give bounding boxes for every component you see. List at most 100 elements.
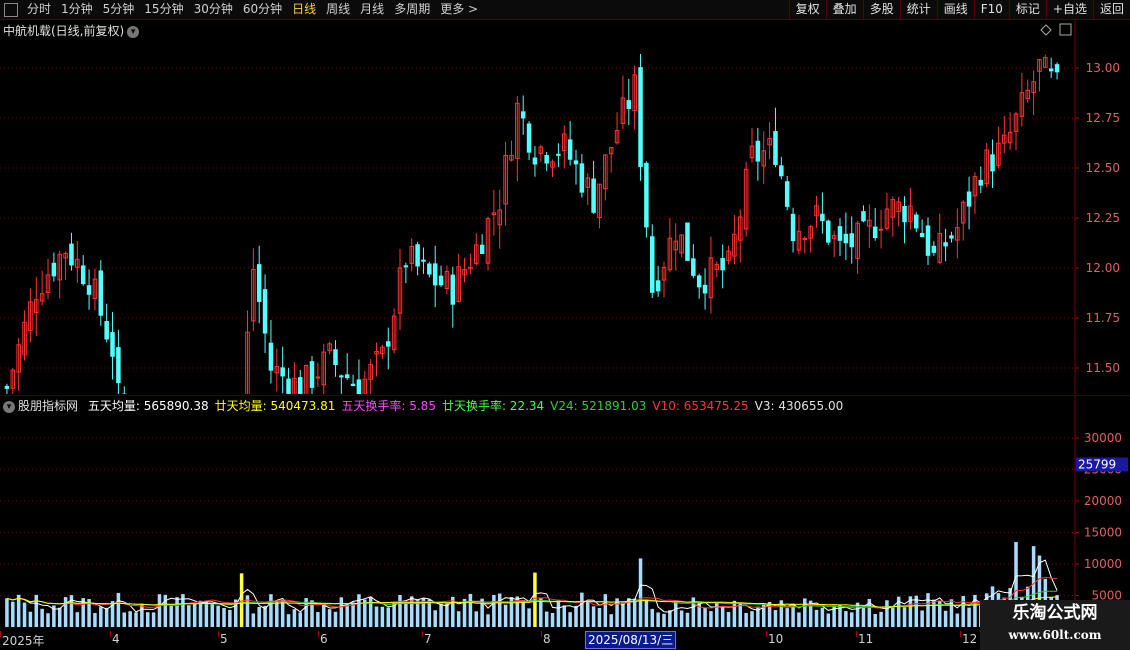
candle-body[interactable] [773,131,778,165]
candle-body[interactable] [779,165,784,177]
candle-body[interactable] [644,162,649,228]
candle-body[interactable] [925,225,931,256]
tab-period-1[interactable]: 1分钟 [56,0,98,19]
chevron-down-icon[interactable]: ▾ [3,400,15,413]
candle-body[interactable] [638,67,643,168]
candle-body[interactable] [820,213,825,222]
layout-icon[interactable] [1059,23,1072,36]
candle-body[interactable] [104,321,109,340]
chevron-down-icon[interactable]: ▾ [127,25,140,38]
candle-body[interactable] [479,244,485,254]
candle-body[interactable] [280,367,285,377]
toolbar-button-1[interactable]: 叠加 [825,0,863,19]
candle-body[interactable] [1054,64,1060,73]
diamond-icon[interactable] [1040,24,1052,36]
candle-body[interactable] [262,289,268,334]
tab-period-3[interactable]: 15分钟 [139,0,188,19]
candle-body[interactable] [80,265,86,285]
tab-period-6[interactable]: 日线 [287,0,321,19]
candle-body[interactable] [702,284,708,294]
candle-body[interactable] [1048,68,1054,72]
candle-body[interactable] [403,265,409,268]
candle-body[interactable] [655,280,661,292]
candle-body[interactable] [526,123,532,153]
toolbar-button-2[interactable]: 多股 [862,0,900,19]
candle-body[interactable] [843,233,849,244]
candle-body[interactable] [949,235,954,239]
candle-body[interactable] [720,257,725,271]
candle-body[interactable] [931,245,937,253]
candle-body[interactable] [256,264,262,302]
candle-body[interactable] [784,181,790,207]
tab-period-2[interactable]: 5分钟 [98,0,140,19]
candle-body[interactable] [919,232,925,238]
candle-body[interactable] [790,213,796,242]
candle-body[interactable] [691,258,696,276]
candle-body[interactable] [837,226,843,241]
candle-body[interactable] [966,191,972,207]
tab-period-9[interactable]: 多周期 [389,0,435,19]
candle-body[interactable] [532,157,538,165]
candle-body[interactable] [333,349,338,366]
candle-body[interactable] [544,155,549,164]
candle-body[interactable] [432,263,438,286]
candle-body[interactable] [69,243,74,266]
candle-body[interactable] [450,274,456,305]
candle-body[interactable] [685,222,690,261]
candle-body[interactable] [573,160,579,165]
candle-body[interactable] [415,244,420,267]
toolbar-button-7[interactable]: +自选 [1045,0,1093,19]
candle-body[interactable] [309,361,315,388]
candle-body[interactable] [591,178,596,213]
candle-body[interactable] [116,347,121,384]
indicator-name[interactable]: 股朋指标网 [18,399,78,413]
toolbar-button-3[interactable]: 统计 [899,0,937,19]
tab-period-0[interactable]: 分时 [22,0,56,19]
candle-body[interactable] [286,378,291,394]
candle-body[interactable] [315,376,321,379]
candle-body[interactable] [579,163,585,193]
tab-period-8[interactable]: 月线 [355,0,389,19]
candle-body[interactable] [696,275,702,288]
candle-body[interactable] [978,179,984,186]
candle-body[interactable] [520,111,526,119]
candle-body[interactable] [943,242,948,247]
candle-body[interactable] [268,342,274,371]
candle-body[interactable] [755,140,761,162]
candle-body[interactable] [626,100,632,109]
candle-body[interactable] [802,237,808,240]
candle-body[interactable] [567,139,573,160]
candle-body[interactable] [298,377,303,394]
candle-body[interactable] [427,263,432,275]
toolbar-button-8[interactable]: 返回 [1092,0,1130,19]
candle-body[interactable] [826,220,831,243]
candle-body[interactable] [344,374,350,379]
candle-body[interactable] [110,332,115,357]
candle-body[interactable] [914,214,919,229]
toolbar-button-4[interactable]: 画线 [936,0,974,19]
toolbar-button-6[interactable]: 标记 [1008,0,1046,19]
candle-body[interactable] [872,226,878,239]
menu-icon[interactable] [4,2,18,17]
candle-body[interactable] [356,379,362,394]
candle-body[interactable] [339,375,344,378]
tab-period-10[interactable]: 更多 > [435,0,483,19]
candle-body[interactable] [650,236,655,293]
candle-body[interactable] [878,228,884,231]
candle-body[interactable] [861,211,866,222]
candlestick-chart[interactable]: 13.0012.7512.5012.2512.0011.7511.5011.25… [0,20,1130,394]
candle-body[interactable] [386,341,391,347]
toolbar-button-0[interactable]: 复权 [788,0,826,19]
candle-body[interactable] [902,205,907,223]
candle-body[interactable] [421,259,426,262]
toolbar-button-5[interactable]: F10 [973,0,1009,19]
candle-body[interactable] [86,285,92,295]
volume-chart[interactable]: 3000025000200001500010000500025799 [0,395,1130,631]
candle-body[interactable] [849,233,854,248]
candle-body[interactable] [98,270,104,316]
tab-period-5[interactable]: 60分钟 [238,0,287,19]
tab-period-7[interactable]: 周线 [321,0,355,19]
candle-body[interactable] [990,154,995,172]
candle-body[interactable] [350,383,356,386]
candle-body[interactable] [51,262,57,277]
